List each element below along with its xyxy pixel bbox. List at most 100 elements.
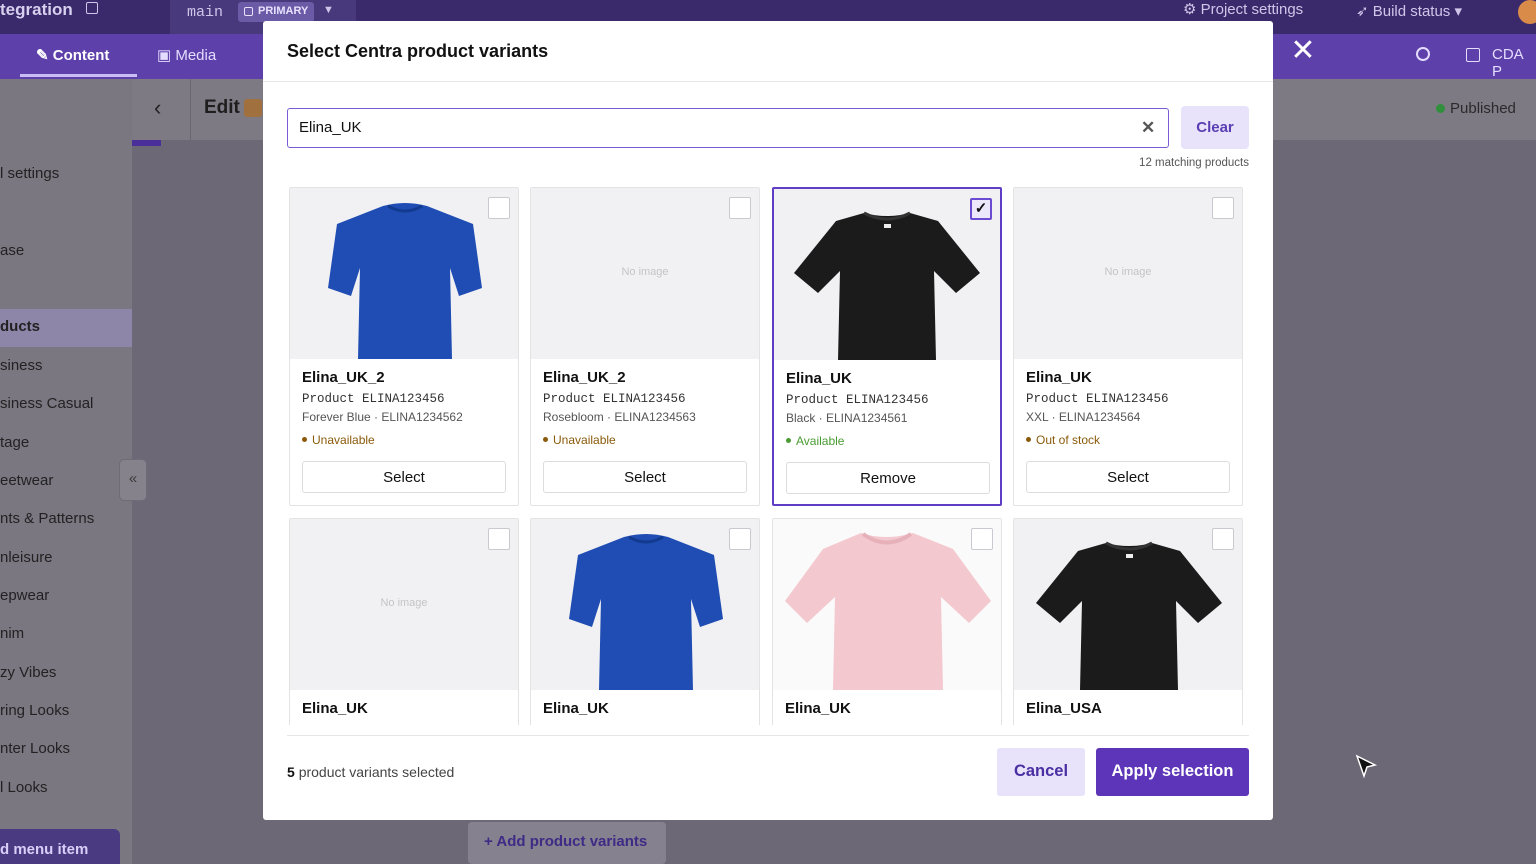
product-id: Product ELINA123456 — [786, 393, 929, 407]
product-card[interactable]: No image Elina_UK — [289, 518, 519, 725]
sidebar-item-products[interactable]: ducts — [0, 318, 40, 335]
select-checkbox[interactable] — [488, 197, 510, 219]
progress-indicator — [132, 140, 161, 146]
product-id: Product ELINA123456 — [302, 392, 445, 406]
select-checkbox[interactable] — [488, 528, 510, 550]
branch-name[interactable]: main — [187, 4, 223, 21]
sidebar-item[interactable]: ase — [0, 242, 24, 259]
select-button[interactable]: Select — [302, 461, 506, 493]
select-checkbox[interactable] — [729, 528, 751, 550]
product-name: Elina_UK — [543, 700, 609, 717]
primary-badge-label: PRIMARY — [258, 5, 309, 17]
build-status-label: Build status — [1372, 3, 1451, 20]
sidebar-item[interactable]: eetwear — [0, 472, 53, 489]
build-status-button[interactable]: ➶ Build status ▾ — [1356, 2, 1462, 20]
cancel-button[interactable]: Cancel — [997, 748, 1085, 796]
sidebar-item[interactable]: l Looks — [0, 779, 48, 796]
add-product-variants-button[interactable]: + Add product variants — [468, 822, 666, 864]
product-card[interactable]: Elina_UK_2 Product ELINA123456 Forever B… — [289, 187, 519, 506]
product-name: Elina_UK — [785, 700, 851, 717]
sidebar-item[interactable]: tage — [0, 434, 29, 451]
product-card[interactable]: Elina_UK — [530, 518, 760, 725]
no-image-label: No image — [1104, 266, 1152, 278]
selected-count-text: product variants selected — [298, 764, 455, 780]
sidebar-item[interactable]: nim — [0, 625, 24, 642]
select-checkbox[interactable] — [1212, 528, 1234, 550]
product-id: Product ELINA123456 — [1026, 392, 1169, 406]
project-name[interactable]: tegration — [0, 0, 73, 20]
sidebar-item[interactable]: nts & Patterns — [0, 510, 94, 527]
status-label: Unavailable — [312, 433, 375, 447]
product-grid: Elina_UK_2 Product ELINA123456 Forever B… — [263, 187, 1273, 725]
select-checkbox[interactable] — [729, 197, 751, 219]
divider — [190, 79, 191, 140]
divider — [263, 81, 1273, 82]
tshirt-image — [1036, 541, 1222, 690]
product-image-placeholder: No image — [290, 519, 518, 690]
variant-info: Forever Blue · ELINA1234562 — [302, 410, 463, 424]
sidebar-item[interactable]: epwear — [0, 587, 49, 604]
product-card[interactable]: No image Elina_UK Product ELINA123456 XX… — [1013, 187, 1243, 506]
primary-badge: PRIMARY — [238, 2, 315, 22]
status-badge: Available — [786, 434, 844, 448]
remove-button[interactable]: Remove — [786, 462, 990, 494]
clear-search-icon[interactable]: ✕ — [1141, 118, 1155, 138]
sidebar-item[interactable]: nter Looks — [0, 740, 70, 757]
status-label: Available — [796, 434, 845, 448]
close-icon[interactable]: ✕ — [1289, 36, 1317, 66]
collapse-sidebar-button[interactable]: « — [119, 459, 147, 501]
product-name: Elina_UK — [1026, 369, 1092, 386]
product-name: Elina_UK — [786, 370, 852, 387]
clear-button[interactable]: Clear — [1181, 106, 1249, 149]
product-card[interactable]: Elina_UK — [772, 518, 1002, 725]
sidebar-item[interactable]: ring Looks — [0, 702, 69, 719]
product-name: Elina_UK_2 — [543, 369, 626, 386]
product-name: Elina_USA — [1026, 700, 1102, 717]
status-badge: Unavailable — [543, 433, 616, 447]
select-checkbox[interactable] — [971, 528, 993, 550]
tab-content[interactable]: ✎ Content — [36, 46, 109, 64]
tshirt-image — [569, 534, 723, 690]
select-button[interactable]: Select — [1026, 461, 1230, 493]
sidebar-item[interactable]: siness — [0, 357, 43, 374]
apply-selection-button[interactable]: Apply selection — [1096, 748, 1249, 796]
selected-count: 5 product variants selected — [287, 764, 454, 780]
external-link-icon[interactable] — [86, 2, 98, 14]
tab-content-label: Content — [52, 47, 110, 64]
sidebar-item[interactable]: siness Casual — [0, 395, 93, 412]
mouse-cursor-icon — [1355, 754, 1378, 779]
sidebar-item[interactable]: zy Vibes — [0, 664, 56, 681]
project-settings-link[interactable]: ⚙ Project settings — [1183, 0, 1303, 18]
back-icon[interactable]: ‹ — [154, 95, 161, 121]
add-menu-item-button[interactable]: d menu item — [0, 829, 120, 864]
search-input[interactable]: Elina_UK — [287, 108, 1169, 148]
tab-media[interactable]: ▣ Media — [157, 46, 216, 64]
product-image — [531, 519, 759, 690]
avatar[interactable] — [1518, 0, 1536, 24]
tshirt-image — [794, 211, 980, 360]
status-label: Unavailable — [553, 433, 616, 447]
cda-link[interactable]: CDA P — [1492, 46, 1536, 80]
sidebar-item[interactable]: l settings — [0, 165, 59, 182]
sidebar-item[interactable]: nleisure — [0, 549, 53, 566]
product-image — [773, 519, 1001, 690]
select-variants-modal: Select Centra product variants Elina_UK … — [263, 21, 1273, 820]
divider — [287, 735, 1249, 736]
select-checkbox-checked[interactable]: ✓ — [970, 198, 992, 220]
status-label: Out of stock — [1036, 433, 1101, 447]
search-icon[interactable] — [1416, 47, 1430, 61]
select-button[interactable]: Select — [543, 461, 747, 493]
product-name: Elina_UK_2 — [302, 369, 385, 386]
modal-title: Select Centra product variants — [287, 41, 549, 61]
published-status: Published — [1450, 100, 1516, 117]
published-status-dot — [1436, 104, 1445, 113]
sidebar: l settings ase ducts siness siness Casua… — [0, 79, 132, 864]
product-card[interactable]: No image Elina_UK_2 Product ELINA123456 … — [530, 187, 760, 506]
product-image — [290, 188, 518, 359]
terminal-icon[interactable] — [1466, 48, 1480, 62]
product-card-selected[interactable]: ✓ Elina_UK Product ELINA123456 Black · E… — [772, 187, 1002, 506]
select-checkbox[interactable] — [1212, 197, 1234, 219]
product-name: Elina_UK — [302, 700, 368, 717]
chevron-down-icon[interactable]: ▼ — [323, 4, 334, 16]
product-card[interactable]: Elina_USA — [1013, 518, 1243, 725]
